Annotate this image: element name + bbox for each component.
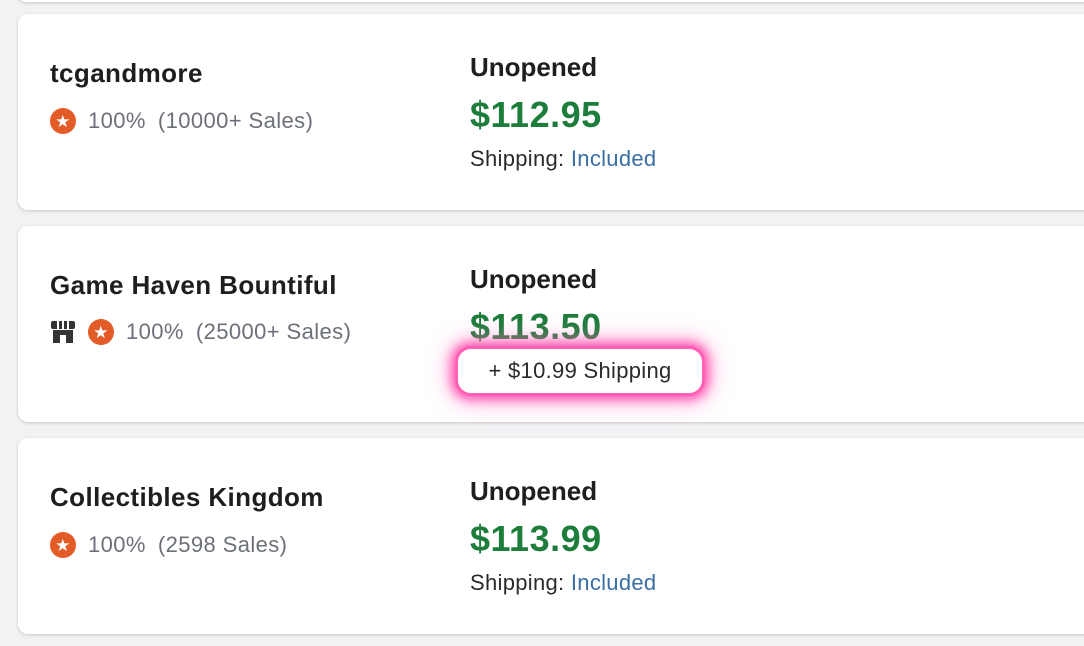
previous-listing-card-edge	[18, 0, 1084, 2]
star-badge-icon: ★	[50, 108, 76, 134]
seller-rating-row: ★ 100% (2598 Sales)	[50, 531, 287, 559]
shipping-label: Shipping:	[470, 570, 565, 595]
seller-sales-count: (2598 Sales)	[157, 532, 288, 557]
shipping-value: Included	[570, 146, 657, 171]
listing-card: Collectibles Kingdom ★ 100% (2598 Sales)…	[18, 438, 1084, 634]
seller-rating: 100%	[88, 532, 146, 557]
shipping-info: Shipping: Included	[470, 146, 656, 172]
price: $112.95	[470, 94, 602, 135]
price: $113.99	[470, 518, 602, 559]
shipping-info: Shipping: Included	[470, 570, 656, 596]
listing-card: tcgandmore ★ 100% (10000+ Sales) Unopene…	[18, 14, 1084, 210]
star-badge-icon: ★	[50, 532, 76, 558]
seller-name[interactable]: Game Haven Bountiful	[50, 270, 337, 301]
seller-name[interactable]: Collectibles Kingdom	[50, 482, 324, 513]
seller-rating: 100%	[88, 108, 146, 133]
seller-rating-row: ★ 100% (25000+ Sales)	[50, 318, 351, 346]
seller-rating-row: ★ 100% (10000+ Sales)	[50, 107, 313, 135]
storefront-icon	[50, 320, 76, 344]
shipping-label: Shipping:	[470, 146, 565, 171]
price: $113.50	[470, 306, 602, 347]
shipping-value: Included	[570, 570, 657, 595]
condition-label: Unopened	[470, 52, 598, 82]
seller-name[interactable]: tcgandmore	[50, 58, 203, 89]
star-badge-icon: ★	[88, 319, 114, 345]
condition-label: Unopened	[470, 476, 598, 506]
seller-rating: 100%	[126, 319, 184, 344]
condition-label: Unopened	[470, 264, 598, 294]
seller-sales-count: (10000+ Sales)	[157, 108, 314, 133]
seller-sales-count: (25000+ Sales)	[195, 319, 352, 344]
shipping-cost-highlight: + $10.99 Shipping	[455, 346, 705, 396]
listing-card: Game Haven Bountiful ★ 100% (25000+ Sale…	[18, 226, 1084, 422]
